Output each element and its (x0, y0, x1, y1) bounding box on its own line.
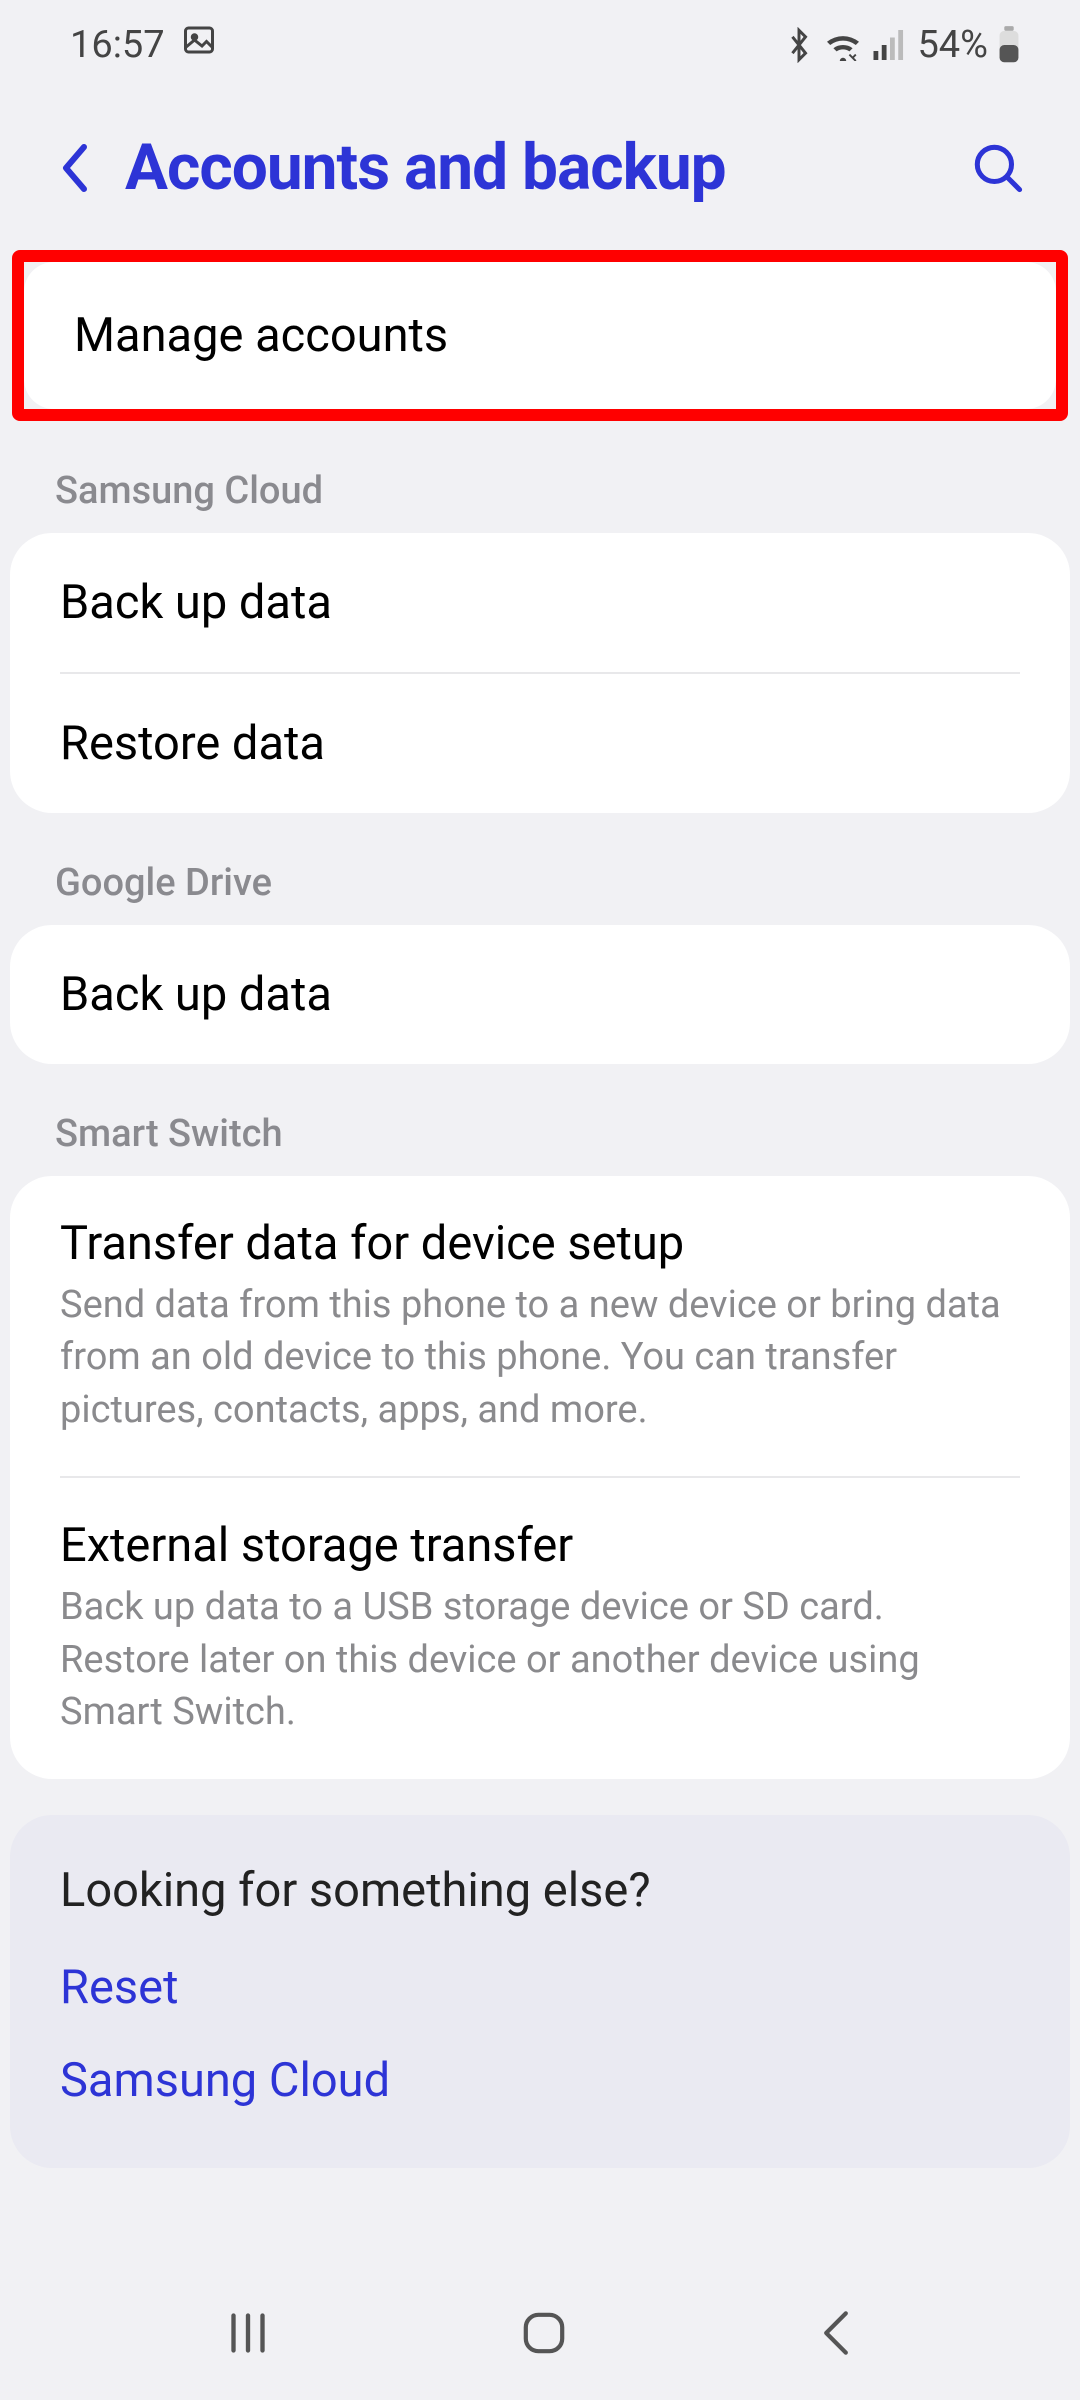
manage-accounts-label: Manage accounts (74, 308, 1006, 363)
highlight-box: Manage accounts (12, 250, 1068, 421)
navigation-bar (0, 2265, 1080, 2400)
manage-accounts-card: Manage accounts (24, 262, 1056, 409)
restore-data-label: Restore data (60, 716, 1020, 771)
nav-recent-icon[interactable] (219, 2304, 277, 2362)
back-icon[interactable] (55, 138, 95, 198)
section-header-smart-switch: Smart Switch (0, 1064, 1080, 1176)
footer-heading: Looking for something else? (60, 1863, 1020, 1918)
page-header: Accounts and backup (0, 90, 1080, 250)
external-storage-row[interactable]: External storage transfer Back up data t… (10, 1478, 1070, 1778)
footer-card: Looking for something else? Reset Samsun… (10, 1815, 1070, 2168)
samsung-cloud-card: Back up data Restore data (10, 533, 1070, 813)
signal-icon (873, 30, 907, 60)
samsung-cloud-link[interactable]: Samsung Cloud (60, 2053, 1020, 2108)
restore-data-row[interactable]: Restore data (10, 674, 1070, 813)
picture-icon (181, 22, 217, 68)
gd-backup-data-label: Back up data (60, 967, 1020, 1022)
reset-link[interactable]: Reset (60, 1960, 1020, 2015)
wifi-icon (823, 29, 863, 61)
search-icon[interactable] (971, 141, 1025, 195)
status-bar: 16:57 (0, 0, 1080, 90)
google-drive-card: Back up data (10, 925, 1070, 1064)
transfer-data-title: Transfer data for device setup (60, 1216, 1020, 1271)
section-header-samsung-cloud: Samsung Cloud (0, 421, 1080, 533)
gd-backup-data-row[interactable]: Back up data (10, 925, 1070, 1064)
manage-accounts-row[interactable]: Manage accounts (24, 262, 1056, 409)
external-storage-desc: Back up data to a USB storage device or … (60, 1581, 1020, 1738)
nav-back-icon[interactable] (811, 2305, 861, 2361)
nav-home-icon[interactable] (516, 2305, 572, 2361)
transfer-data-desc: Send data from this phone to a new devic… (60, 1279, 1020, 1436)
backup-data-label: Back up data (60, 575, 1020, 630)
transfer-data-row[interactable]: Transfer data for device setup Send data… (10, 1176, 1070, 1476)
section-header-google-drive: Google Drive (0, 813, 1080, 925)
backup-data-row[interactable]: Back up data (10, 533, 1070, 672)
page-title: Accounts and backup (125, 130, 941, 205)
smart-switch-card: Transfer data for device setup Send data… (10, 1176, 1070, 1779)
status-time: 16:57 (70, 23, 165, 67)
battery-percent: 54% (917, 23, 988, 67)
external-storage-title: External storage transfer (60, 1518, 1020, 1573)
battery-icon (998, 26, 1020, 64)
bluetooth-icon (785, 27, 813, 63)
